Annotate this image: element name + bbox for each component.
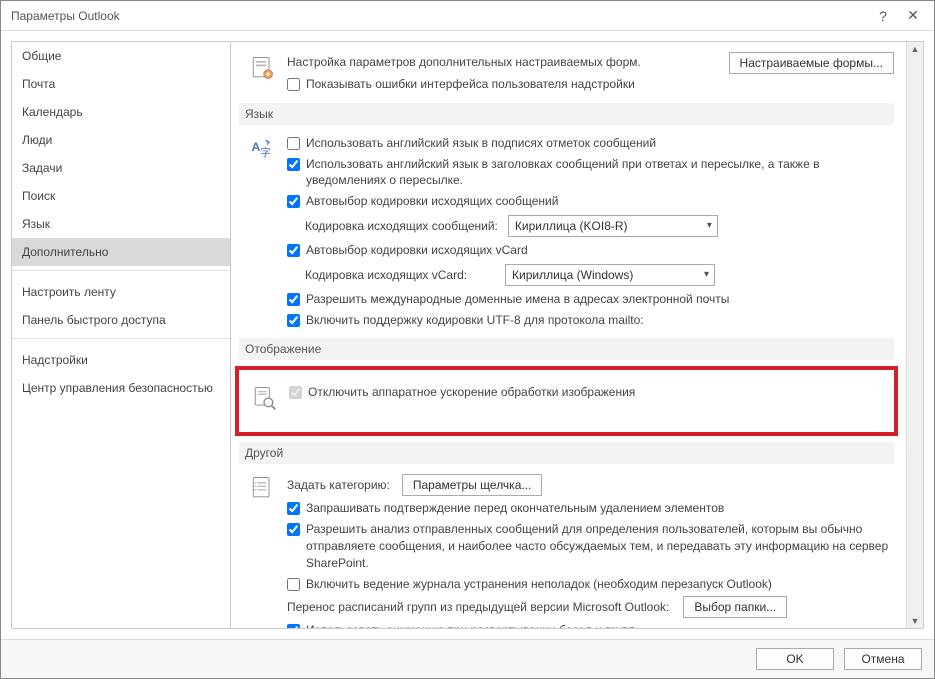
sidebar-item-people[interactable]: Люди	[12, 126, 230, 154]
intl-domains-label: Разрешить международные доменные имена в…	[306, 291, 729, 308]
custom-forms-button[interactable]: Настраиваемые формы...	[729, 52, 894, 74]
sidebar-item-search[interactable]: Поиск	[12, 182, 230, 210]
display-section-title: Отображение	[239, 338, 894, 360]
cancel-button[interactable]: Отмена	[844, 648, 922, 670]
main-panel: Настройка параметров дополнительных наст…	[231, 41, 924, 629]
close-button[interactable]: ✕	[898, 2, 928, 30]
other-section: Другой Задать категорию: Параметры щелчк…	[239, 442, 894, 628]
sidebar-item-language[interactable]: Язык	[12, 210, 230, 238]
show-addin-errors-checkbox[interactable]	[287, 78, 300, 91]
forms-description: Настройка параметров дополнительных наст…	[287, 54, 641, 71]
scroll-up-icon: ▲	[911, 44, 920, 54]
highlight-box: Отключить аппаратное ускорение обработки…	[235, 366, 898, 436]
confirm-delete-checkbox[interactable]	[287, 502, 300, 515]
sidebar-item-mail[interactable]: Почта	[12, 70, 230, 98]
intl-domains-checkbox[interactable]	[287, 293, 300, 306]
click-params-button[interactable]: Параметры щелчка...	[402, 474, 543, 496]
ok-button[interactable]: OK	[756, 648, 834, 670]
sidebar-item-quick-access[interactable]: Панель быстрого доступа	[12, 306, 230, 334]
display-section: Отображение Отключить аппаратное ускорен…	[239, 338, 894, 436]
vertical-scrollbar[interactable]: ▲ ▼	[906, 42, 923, 628]
language-icon: A字	[245, 133, 279, 331]
sidebar-item-general[interactable]: Общие	[12, 42, 230, 70]
window-title: Параметры Outlook	[11, 9, 868, 23]
english-signatures-label: Использовать английский язык в подписях …	[306, 135, 656, 152]
utf8-mailto-checkbox[interactable]	[287, 314, 300, 327]
sidebar: Общие Почта Календарь Люди Задачи Поиск …	[11, 41, 231, 629]
use-animation-label: Использовать анимацию при развертывании …	[306, 622, 635, 628]
sidebar-item-trust-center[interactable]: Центр управления безопасностью	[12, 374, 230, 402]
auto-encoding-checkbox[interactable]	[287, 195, 300, 208]
auto-encoding-label: Автовыбор кодировки исходящих сообщений	[306, 193, 558, 210]
forms-icon	[245, 52, 279, 95]
display-icon	[247, 382, 281, 412]
other-section-title: Другой	[239, 442, 894, 464]
migrate-groups-label: Перенос расписаний групп из предыдущей в…	[287, 599, 669, 616]
english-headers-checkbox[interactable]	[287, 158, 300, 171]
outgoing-encoding-combo[interactable]: Кириллица (KOI8-R)	[508, 215, 718, 237]
forms-section: Настройка параметров дополнительных наст…	[239, 50, 894, 97]
sidebar-item-tasks[interactable]: Задачи	[12, 154, 230, 182]
sidebar-item-calendar[interactable]: Календарь	[12, 98, 230, 126]
outlook-options-dialog: Параметры Outlook ? ✕ Общие Почта Календ…	[0, 0, 935, 679]
analyze-sent-checkbox[interactable]	[287, 523, 300, 536]
disable-hw-accel-checkbox[interactable]	[289, 386, 302, 399]
close-icon: ✕	[907, 7, 919, 24]
scroll-down-icon: ▼	[911, 616, 920, 626]
help-icon: ?	[879, 8, 887, 24]
analyze-sent-label: Разрешить анализ отправленных сообщений …	[306, 521, 894, 571]
svg-text:A: A	[252, 140, 261, 154]
auto-vcard-encoding-checkbox[interactable]	[287, 244, 300, 257]
sidebar-divider	[12, 338, 230, 346]
utf8-mailto-label: Включить поддержку кодировки UTF-8 для п…	[306, 312, 644, 329]
set-category-label: Задать категорию:	[287, 477, 390, 494]
auto-vcard-encoding-label: Автовыбор кодировки исходящих vCard	[306, 242, 528, 259]
sidebar-item-addins[interactable]: Надстройки	[12, 346, 230, 374]
troubleshoot-log-checkbox[interactable]	[287, 578, 300, 591]
confirm-delete-label: Запрашивать подтверждение перед окончате…	[306, 500, 724, 517]
titlebar: Параметры Outlook ? ✕	[1, 1, 934, 31]
disable-hw-accel-label: Отключить аппаратное ускорение обработки…	[308, 384, 635, 401]
select-folder-button[interactable]: Выбор папки...	[683, 596, 787, 618]
help-button[interactable]: ?	[868, 2, 898, 30]
sidebar-divider	[12, 270, 230, 278]
other-icon	[245, 472, 279, 628]
vcard-encoding-label: Кодировка исходящих vCard:	[305, 268, 495, 282]
sidebar-item-customize-ribbon[interactable]: Настроить ленту	[12, 278, 230, 306]
dialog-body: Общие Почта Календарь Люди Задачи Поиск …	[1, 31, 934, 639]
show-addin-errors-label: Показывать ошибки интерфейса пользовател…	[306, 76, 635, 93]
vcard-encoding-combo[interactable]: Кириллица (Windows)	[505, 264, 715, 286]
language-section: Язык A字 Использовать английский язык в п…	[239, 103, 894, 333]
use-animation-checkbox[interactable]	[287, 624, 300, 628]
english-headers-label: Использовать английский язык в заголовка…	[306, 156, 894, 190]
language-section-title: Язык	[239, 103, 894, 125]
main-scroll-area: Настройка параметров дополнительных наст…	[231, 42, 906, 628]
svg-text:字: 字	[260, 146, 271, 159]
english-signatures-checkbox[interactable]	[287, 137, 300, 150]
dialog-footer: OK Отмена	[1, 639, 934, 678]
outgoing-encoding-label: Кодировка исходящих сообщений:	[305, 219, 498, 233]
troubleshoot-log-label: Включить ведение журнала устранения непо…	[306, 576, 772, 593]
sidebar-item-advanced[interactable]: Дополнительно	[12, 238, 230, 266]
